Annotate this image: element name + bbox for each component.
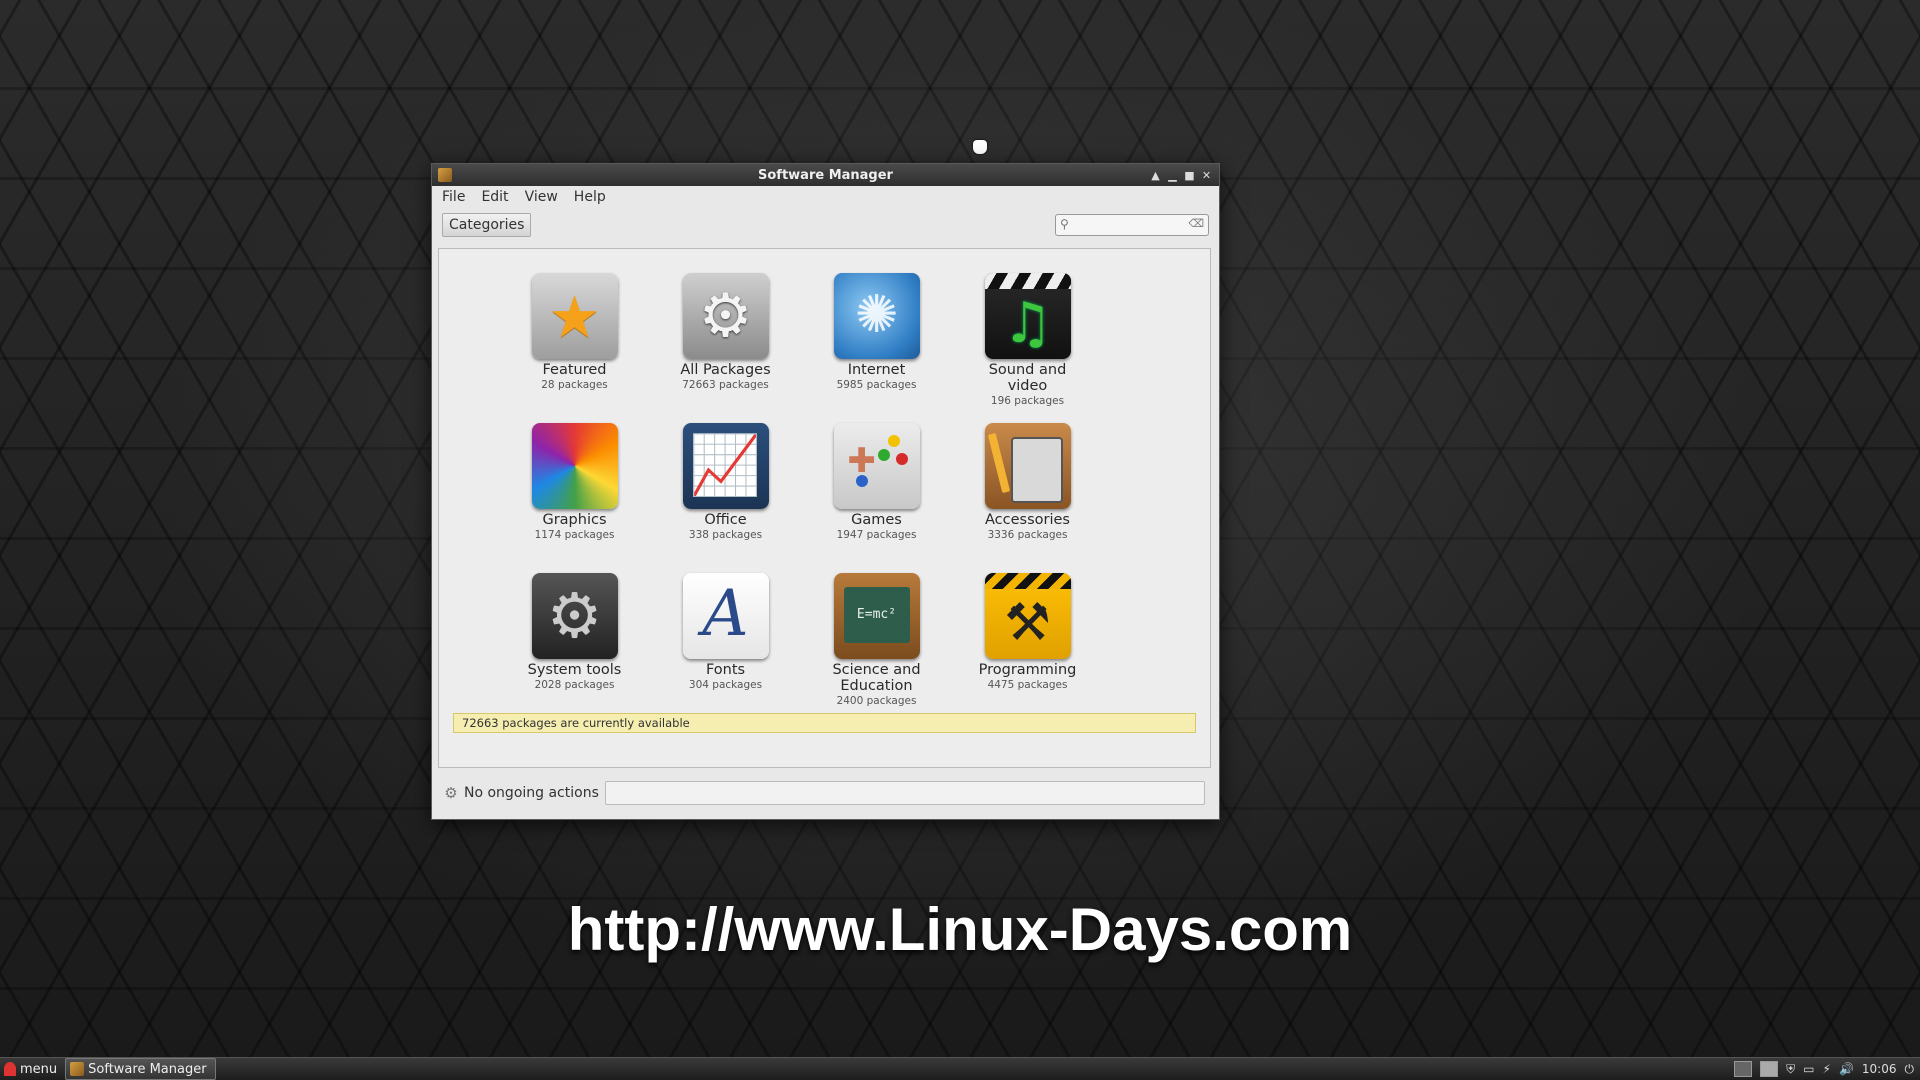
clear-search-icon[interactable]: ⌫: [1188, 217, 1204, 230]
category-count: 2400 packages: [836, 695, 917, 707]
app-icon: [438, 168, 452, 182]
menu-help[interactable]: Help: [574, 189, 606, 205]
category-sound-video[interactable]: ♫ Sound and video 196 packages: [952, 273, 1103, 423]
categories-pane: ★ Featured 28 packages ⚙ All Packages 72…: [438, 248, 1211, 768]
maximize-button[interactable]: ■: [1183, 169, 1196, 182]
category-name: Games: [851, 512, 902, 528]
toolbar: Categories ⚲ ⌫: [432, 208, 1219, 242]
category-accessories[interactable]: Accessories 3336 packages: [952, 423, 1103, 573]
clapperboard-note-icon: ♫: [984, 273, 1071, 359]
system-tray: ⛨ ▭ ⚡ 🔊 10:06 ⏻: [1734, 1061, 1920, 1077]
taskbar-item-software-manager[interactable]: Software Manager: [65, 1058, 216, 1080]
category-system-tools[interactable]: ⚙ System tools 2028 packages: [499, 573, 650, 723]
line-chart-icon: 📈: [682, 423, 769, 509]
category-name: System tools: [527, 662, 622, 678]
category-count: 338 packages: [688, 529, 763, 541]
clock[interactable]: 10:06: [1862, 1062, 1897, 1076]
category-count: 196 packages: [990, 395, 1065, 407]
app-icon: [70, 1062, 85, 1076]
shade-button[interactable]: ▲: [1149, 169, 1162, 182]
category-count: 28 packages: [541, 379, 608, 391]
color-wheel-icon: [531, 423, 618, 509]
available-packages-notice: 72663 packages are currently available: [453, 713, 1196, 733]
menu-file[interactable]: File: [442, 189, 465, 205]
category-count: 5985 packages: [836, 379, 917, 391]
construction-icon: ⚒: [984, 573, 1071, 659]
gear-icon: ⚙: [682, 273, 769, 359]
menubar: File Edit View Help: [432, 186, 1219, 208]
task-label: Software Manager: [88, 1061, 207, 1077]
category-name: Fonts: [705, 662, 746, 678]
category-programming[interactable]: ⚒ Programming 4475 packages: [952, 573, 1103, 723]
category-name: All Packages: [680, 362, 771, 378]
category-count: 304 packages: [688, 679, 763, 691]
ongoing-actions-label[interactable]: No ongoing actions: [464, 785, 599, 801]
globe-icon: ✺: [833, 273, 920, 359]
category-office[interactable]: 📈 Office 338 packages: [650, 423, 801, 573]
battery-icon[interactable]: ▭: [1803, 1062, 1814, 1076]
category-all-packages[interactable]: ⚙ All Packages 72663 packages: [650, 273, 801, 423]
category-grid: ★ Featured 28 packages ⚙ All Packages 72…: [499, 273, 1103, 723]
category-science-education[interactable]: E=mc² Science and Education 2400 package…: [801, 573, 952, 723]
calculator-icon: [984, 423, 1071, 509]
category-name: Graphics: [542, 512, 607, 528]
category-name: Sound and video: [988, 362, 1067, 394]
category-count: 4475 packages: [987, 679, 1068, 691]
taskbar: menu Software Manager ⛨ ▭ ⚡ 🔊 10:06 ⏻: [0, 1057, 1920, 1080]
search-icon: ⚲: [1060, 217, 1069, 231]
actions-gear-icon[interactable]: ⚙: [442, 784, 460, 802]
titlebar[interactable]: Software Manager ▲ ▁ ■ ✕: [432, 164, 1219, 186]
workspace-2[interactable]: [1760, 1061, 1779, 1077]
volume-icon[interactable]: 🔊: [1839, 1062, 1854, 1076]
software-manager-window: Software Manager ▲ ▁ ■ ✕ File Edit View …: [431, 163, 1220, 820]
letter-a-icon: A: [682, 573, 769, 659]
category-internet[interactable]: ✺ Internet 5985 packages: [801, 273, 952, 423]
category-count: 1174 packages: [534, 529, 615, 541]
category-fonts[interactable]: A Fonts 304 packages: [650, 573, 801, 723]
category-count: 2028 packages: [534, 679, 615, 691]
menu-edit[interactable]: Edit: [481, 189, 508, 205]
minimize-button[interactable]: ▁: [1166, 169, 1179, 182]
mouse-cursor: [973, 140, 987, 154]
power-icon[interactable]: ⏻: [1905, 1062, 1915, 1077]
actions-progress-bar: [604, 781, 1205, 805]
gamepad-icon: ✚: [833, 423, 920, 509]
start-menu-label: menu: [20, 1061, 58, 1077]
workspace-1[interactable]: [1734, 1061, 1753, 1077]
network-icon[interactable]: ⚡: [1823, 1062, 1831, 1076]
star-icon: ★: [531, 273, 618, 359]
start-menu-button[interactable]: menu: [0, 1058, 65, 1080]
categories-button[interactable]: Categories: [442, 213, 532, 237]
category-name: Programming: [978, 662, 1077, 678]
category-name: Featured: [542, 362, 607, 378]
mint-logo-icon: [4, 1062, 16, 1076]
category-featured[interactable]: ★ Featured 28 packages: [499, 273, 650, 423]
category-name: Science and Education: [832, 662, 921, 694]
category-count: 72663 packages: [682, 379, 769, 391]
category-games[interactable]: ✚ Games 1947 packages: [801, 423, 952, 573]
window-title: Software Manager: [758, 167, 893, 183]
close-button[interactable]: ✕: [1200, 169, 1213, 182]
category-count: 1947 packages: [836, 529, 917, 541]
shield-icon[interactable]: ⛨: [1786, 1062, 1795, 1077]
chalkboard-icon: E=mc²: [833, 573, 920, 659]
watermark-url: http://www.Linux-Days.com: [567, 896, 1353, 963]
category-count: 3336 packages: [987, 529, 1068, 541]
category-graphics[interactable]: Graphics 1174 packages: [499, 423, 650, 573]
category-name: Accessories: [985, 512, 1070, 528]
search-input[interactable]: ⚲ ⌫: [1055, 214, 1209, 236]
category-name: Office: [704, 512, 747, 528]
actions-bar: ⚙ No ongoing actions: [438, 776, 1211, 810]
category-name: Internet: [847, 362, 906, 378]
cogs-icon: ⚙: [531, 573, 618, 659]
menu-view[interactable]: View: [525, 189, 558, 205]
